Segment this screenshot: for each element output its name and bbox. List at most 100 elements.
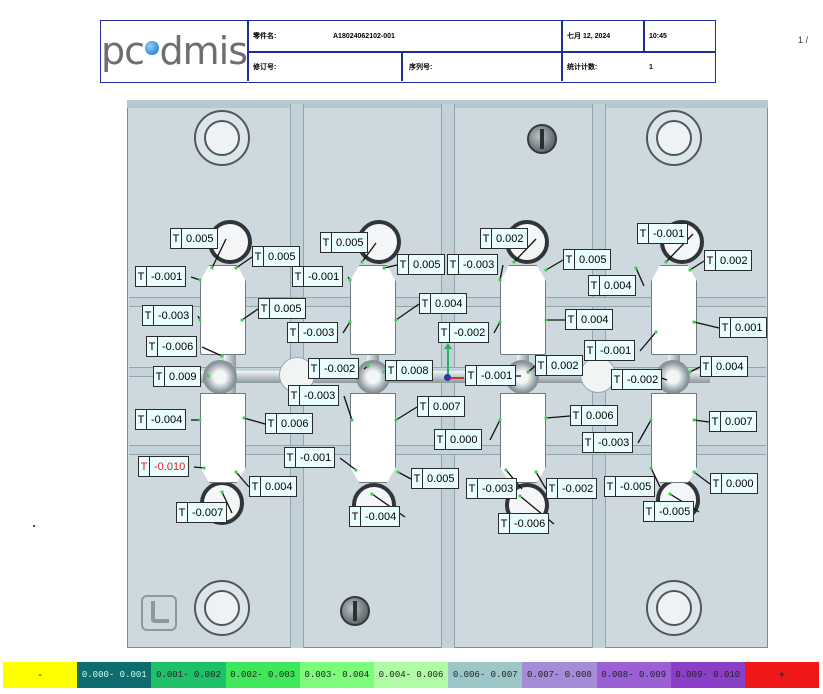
callout-deviation-value: 0.005 — [186, 232, 214, 245]
header-divider — [401, 51, 403, 81]
callout-deviation-value: -0.003 — [158, 309, 190, 322]
callout-type-label: T — [638, 224, 649, 243]
callout-type-label: T — [499, 514, 510, 533]
part-name-label: 零件名: — [253, 33, 277, 40]
callout-type-label: T — [266, 414, 277, 433]
deviation-callout: T -0.001 — [637, 223, 689, 244]
callout-deviation-value: 0.004 — [581, 313, 609, 326]
deviation-callout: T 0.005 — [411, 468, 459, 489]
cavity-top-3 — [500, 265, 546, 355]
origin-icon — [444, 374, 451, 381]
callout-deviation-value: -0.001 — [653, 227, 685, 240]
deviation-callout: T 0.001 — [719, 317, 767, 338]
callout-type-label: T — [253, 247, 264, 266]
callout-deviation-value: -0.001 — [151, 270, 183, 283]
callout-type-label: T — [177, 503, 188, 522]
deviation-callout: T -0.006 — [498, 513, 550, 534]
callout-deviation-value: 0.005 — [427, 472, 455, 485]
callout-type-label: T — [398, 255, 409, 274]
legend-band: + — [744, 662, 820, 688]
callout-type-label: T — [710, 412, 721, 431]
legend-band: 0.002- 0.003 — [225, 662, 300, 688]
callout-deviation-value: 0.006 — [586, 409, 614, 422]
deviation-callout: T -0.001 — [284, 447, 336, 468]
callout-type-label: T — [386, 361, 397, 380]
callout-deviation-value: -0.001 — [300, 451, 332, 464]
callout-deviation-value: 0.007 — [725, 415, 753, 428]
deviation-callout: T -0.004 — [349, 506, 401, 527]
callout-type-label: T — [154, 367, 165, 386]
cavity-bottom-3 — [500, 393, 546, 483]
logo-dot-icon — [145, 41, 159, 55]
callout-type-label: T — [547, 479, 558, 498]
deviation-callout: T -0.003 — [287, 322, 339, 343]
callout-deviation-value: -0.003 — [463, 258, 495, 271]
deviation-callout: T -0.003 — [142, 305, 194, 326]
legend-band: 0.001- 0.002 — [151, 662, 226, 688]
callout-type-label: T — [448, 255, 459, 274]
callout-deviation-value: -0.007 — [192, 506, 224, 519]
deviation-callout: T 0.005 — [252, 246, 300, 267]
deviation-callout: T -0.002 — [438, 322, 490, 343]
callout-type-label: T — [701, 357, 712, 376]
deviation-callout: T 0.000 — [434, 429, 482, 450]
callout-deviation-value: 0.007 — [433, 400, 461, 413]
corner-boss — [194, 110, 250, 166]
deviation-callout: T -0.004 — [135, 409, 187, 430]
callout-deviation-value: -0.003 — [482, 482, 514, 495]
deviation-callout: T 0.008 — [385, 360, 433, 381]
deviation-callout: T -0.002 — [308, 358, 360, 379]
callout-type-label: T — [571, 406, 582, 425]
callout-type-label: T — [289, 386, 300, 405]
callout-type-label: T — [705, 251, 716, 270]
callout-type-label: T — [139, 457, 150, 476]
stray-mark — [33, 525, 35, 527]
deviation-callout: T 0.005 — [397, 254, 445, 275]
deviation-callout: T 0.006 — [570, 405, 618, 426]
callout-type-label: T — [285, 448, 296, 467]
callout-deviation-value: 0.005 — [274, 302, 302, 315]
callout-deviation-value: 0.005 — [268, 250, 296, 263]
callout-type-label: T — [439, 323, 450, 342]
callout-type-label: T — [564, 250, 575, 269]
revision-label: 修订号: — [253, 64, 277, 71]
callout-type-label: T — [147, 337, 158, 356]
deviation-callout: T -0.007 — [176, 502, 228, 523]
deviation-callout: T 0.004 — [565, 309, 613, 330]
corner-boss — [646, 580, 702, 636]
callout-type-label: T — [250, 477, 261, 496]
deviation-callout: T 0.009 — [153, 366, 201, 387]
callout-deviation-value: -0.006 — [514, 517, 546, 530]
deviation-callout: T 0.004 — [249, 476, 297, 497]
logo-text-left: pc — [101, 29, 145, 73]
deviation-callout: T -0.001 — [465, 365, 517, 386]
callout-deviation-value: 0.004 — [435, 297, 463, 310]
deviation-callout: T 0.004 — [700, 356, 748, 377]
axis-y-icon — [444, 343, 451, 375]
callout-deviation-value: -0.002 — [627, 373, 659, 386]
callout-deviation-value: -0.003 — [304, 389, 336, 402]
callout-type-label: T — [293, 267, 304, 286]
callout-type-label: T — [585, 341, 596, 360]
report-time: 10:45 — [649, 32, 667, 40]
deviation-callout: T -0.001 — [584, 340, 636, 361]
corner-boss — [194, 580, 250, 636]
callout-deviation-value: 0.002 — [720, 254, 748, 267]
deviation-callout: T 0.002 — [535, 355, 583, 376]
screw-icon — [527, 124, 557, 154]
serial-label: 序列号: — [409, 64, 433, 71]
legend-band: 0.009- 0.010 — [670, 662, 745, 688]
callout-type-label: T — [644, 502, 655, 521]
runner-hub — [203, 360, 237, 394]
deviation-callout: T 0.005 — [258, 298, 306, 319]
callout-deviation-value: 0.002 — [496, 232, 524, 245]
callout-type-label: T — [720, 318, 731, 337]
callout-deviation-value: 0.004 — [716, 360, 744, 373]
deviation-callout: T 0.005 — [170, 228, 218, 249]
deviation-callout: T 0.000 — [710, 473, 758, 494]
deviation-callout: T 0.002 — [480, 228, 528, 249]
part-name-value: A18024062102-001 — [333, 32, 395, 40]
deviation-callout: T -0.003 — [466, 478, 518, 499]
legend-band: 0.000- 0.001 — [77, 662, 152, 688]
report-date: 七月 12, 2024 — [567, 33, 611, 40]
